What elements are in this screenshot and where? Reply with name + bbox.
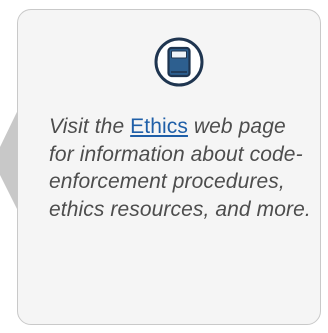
ethics-link[interactable]: Ethics [130,115,188,138]
book-icon [153,36,205,88]
ethics-tip-callout: Visit the Ethics web page for informatio… [0,0,328,333]
tip-text: Visit the Ethics web page for informatio… [49,113,311,223]
tip-text-before: Visit the [49,115,131,138]
